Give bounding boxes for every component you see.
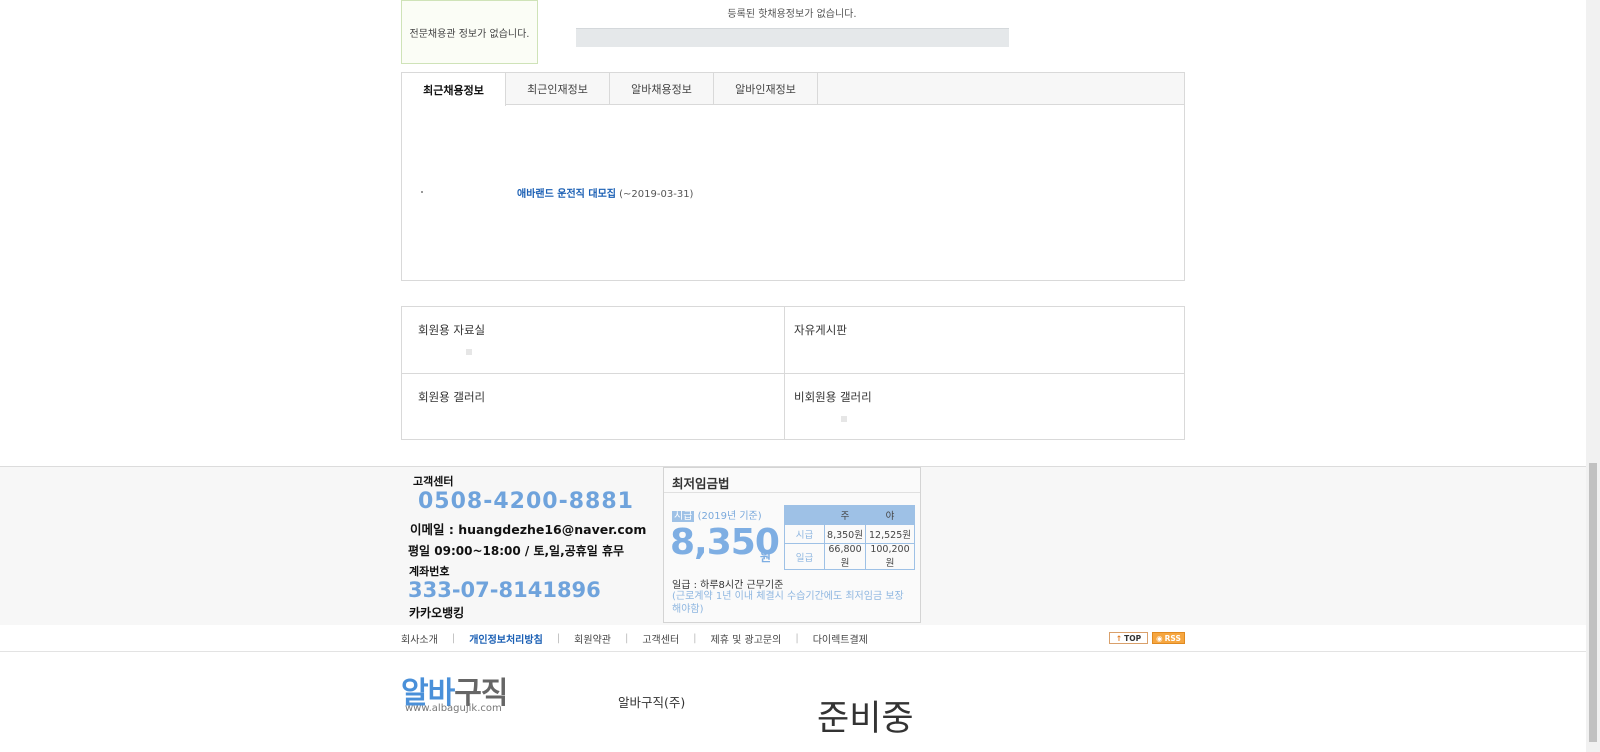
table-header-night: 야: [865, 505, 915, 525]
bank-name: 카카오뱅킹: [409, 606, 465, 620]
table-row: 일급 66,800원 100,200원: [784, 543, 915, 570]
board-free: 자유게시판: [785, 307, 1184, 374]
board-title[interactable]: 자유게시판: [794, 322, 847, 338]
board-title[interactable]: 회원용 자료실: [418, 322, 485, 338]
boards-grid: 회원용 자료실 자유게시판 회원용 갤러리 비회원용 갤러리: [401, 306, 1185, 440]
link-separator: |: [693, 633, 697, 644]
cell-day: 8,350원: [824, 524, 866, 544]
account-label: 계좌번호: [409, 565, 450, 578]
company-name: 알바구직(주): [618, 695, 686, 710]
logo-url: www.albagujik.com: [405, 703, 502, 714]
divider: [664, 492, 920, 493]
pro-hall-empty-text: 전문채용관 정보가 없습니다.: [409, 28, 530, 40]
job-date: (~2019-03-31): [619, 189, 694, 200]
job-thumbnail-dot: [421, 191, 423, 193]
placeholder-square: [466, 349, 472, 355]
placeholder-square: [841, 416, 847, 422]
cell-night: 12,525원: [865, 524, 915, 544]
rss-icon: ◉: [1156, 633, 1163, 643]
row-label: 일급: [784, 543, 825, 570]
hot-jobs-empty-text: 등록된 핫채용정보가 없습니다.: [727, 9, 857, 20]
link-privacy[interactable]: 개인정보처리방침: [469, 631, 543, 646]
arrow-up-icon: ↑: [1115, 633, 1123, 643]
pro-hall-box: 전문채용관 정보가 없습니다.: [401, 0, 538, 64]
recent-info-panel: 최근채용정보 최근인재정보 알바채용정보 알바인재정보: [401, 72, 1185, 281]
tab-recent-talent[interactable]: 최근인재정보: [506, 73, 610, 105]
customer-center-hours: 평일 09:00~18:00 / 토,일,공휴일 휴무: [408, 544, 625, 558]
tab-row: 최근채용정보 최근인재정보 알바채용정보 알바인재정보: [402, 73, 1184, 106]
link-separator: |: [556, 633, 561, 644]
link-separator: |: [795, 633, 799, 644]
board-title[interactable]: 회원용 갤러리: [418, 389, 485, 405]
hourly-label: 시급: [672, 511, 695, 522]
link-partnership[interactable]: 제휴 및 광고문의: [711, 631, 782, 646]
divider: [0, 651, 1586, 652]
job-list-item: 애바랜드 운전직 대모집 (~2019-03-31): [517, 185, 693, 200]
row-label: 시급: [784, 524, 825, 544]
job-title-link[interactable]: 애바랜드 운전직 대모집: [517, 189, 616, 200]
link-customer-center[interactable]: 고객센터: [642, 631, 679, 646]
scrollbar-thumb[interactable]: [1589, 463, 1597, 742]
customer-center-label: 고객센터: [413, 475, 454, 488]
table-header-day: 주: [824, 505, 866, 525]
hot-jobs-bar: [576, 28, 1009, 47]
footer-links: 회사소개 | 개인정보처리방침 | 회원약관 | 고객센터 | 제휴 및 광고문…: [401, 631, 868, 646]
tab-parttime-talent[interactable]: 알바인재정보: [714, 73, 818, 105]
cell-night: 100,200원: [865, 543, 915, 570]
hourly-label-row: 시급 (2019년 기준): [672, 507, 762, 522]
preparing-text: 준비중: [817, 699, 914, 739]
link-separator: |: [624, 633, 629, 644]
customer-center-email: 이메일 : huangdezhe16@naver.com: [410, 522, 647, 537]
link-terms[interactable]: 회원약관: [574, 631, 611, 646]
board-title[interactable]: 비회원용 갤러리: [794, 389, 872, 405]
min-wage-table: 주 야 시급 8,350원 12,525원 일급 66,800원 100,200…: [784, 505, 915, 570]
min-wage-unit: 원: [760, 550, 772, 564]
cell-day: 66,800원: [824, 543, 866, 570]
min-wage-note: (근로계약 1년 이내 체결시 수습기간에도 최저임금 보장해야함): [672, 591, 904, 615]
daily-basis-text: 일급 : 하루8시간 근무기준: [672, 580, 784, 591]
link-direct-payment[interactable]: 다이렉트결제: [813, 631, 868, 646]
board-guest-gallery: 비회원용 갤러리: [785, 374, 1184, 439]
min-wage-title: 최저임금법: [672, 476, 730, 491]
link-separator: |: [451, 633, 456, 644]
rss-button[interactable]: ◉ RSS: [1152, 632, 1185, 644]
table-row: 시급 8,350원 12,525원: [784, 524, 915, 544]
year-note: (2019년 기준): [697, 511, 762, 522]
min-wage-box: 최저임금법 시급 (2019년 기준) 8,350 원 주 야 시급 8,350…: [663, 467, 921, 623]
link-about[interactable]: 회사소개: [401, 631, 438, 646]
top-button[interactable]: ↑ TOP: [1109, 632, 1148, 644]
account-number: 333-07-8141896: [408, 578, 601, 602]
tab-recent-jobs[interactable]: 최근채용정보: [402, 73, 506, 106]
board-member-gallery: 회원용 갤러리: [402, 374, 785, 439]
tab-parttime-jobs[interactable]: 알바채용정보: [610, 73, 714, 105]
table-header-empty: [784, 505, 825, 525]
customer-center-phone: 0508-4200-8881: [418, 489, 634, 514]
board-member-files: 회원용 자료실: [402, 307, 785, 374]
